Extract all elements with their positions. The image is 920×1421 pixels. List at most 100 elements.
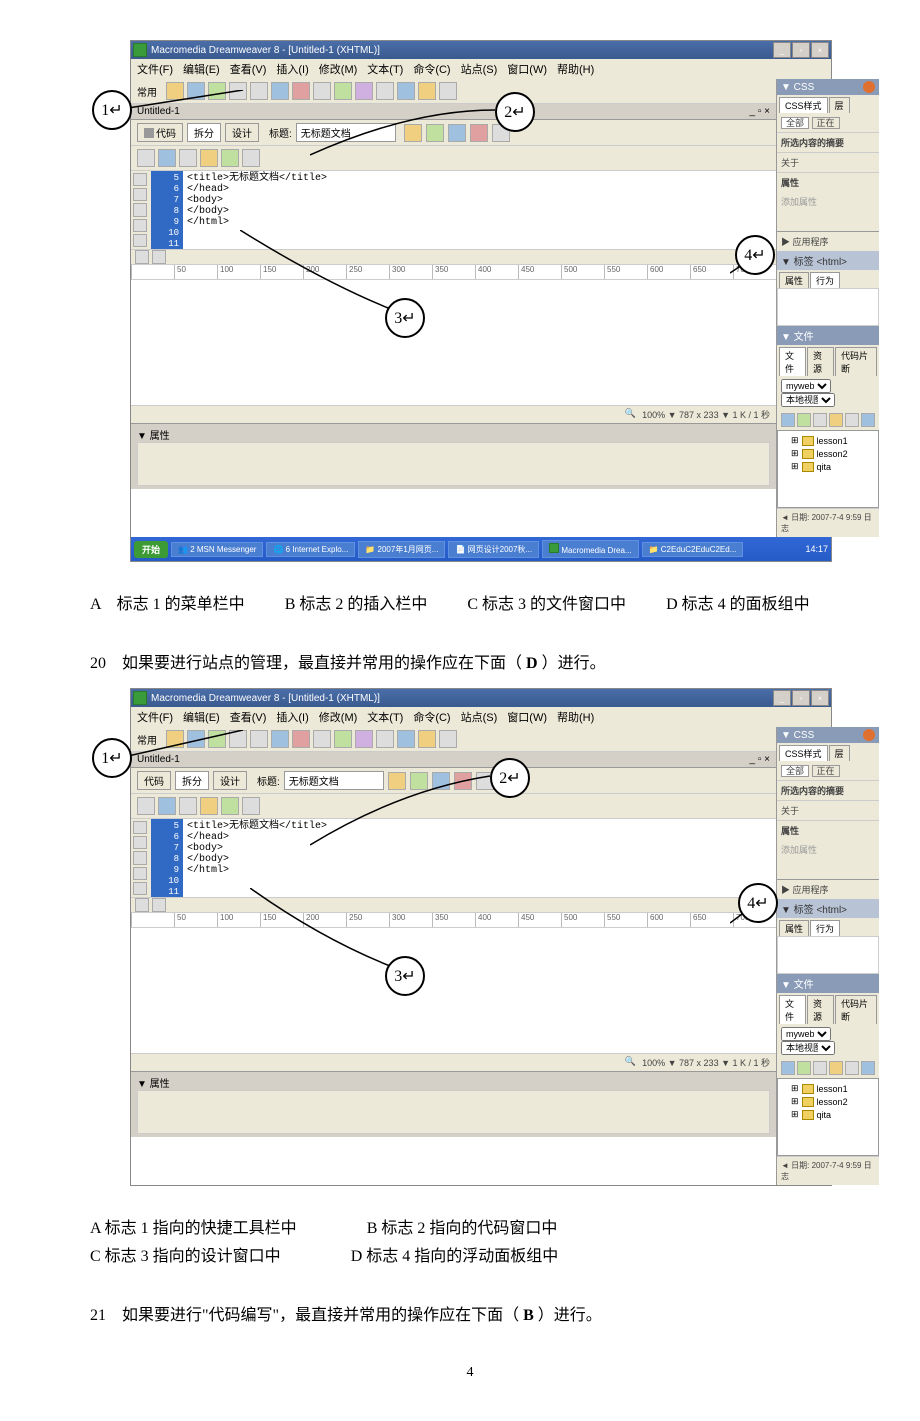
code-tool-icon bbox=[133, 173, 147, 186]
tab-props: 属性 bbox=[779, 272, 809, 288]
tool-icon bbox=[158, 797, 176, 815]
tool-icon bbox=[250, 82, 268, 100]
css-props-label: 属性 bbox=[777, 172, 879, 192]
design-view: 5010015020025030035040045050055060065070… bbox=[131, 265, 776, 405]
screenshot-1: Macromedia Dreamweaver 8 - [Untitled-1 (… bbox=[130, 40, 850, 562]
menubar: 文件(F) 编辑(E) 查看(V) 插入(I) 修改(M) 文本(T) 命令(C… bbox=[131, 59, 831, 79]
code-tool-icon bbox=[133, 882, 147, 895]
callout-line bbox=[240, 230, 400, 320]
status-bar: 🔍100% ▼ 787 x 233 ▼ 1 K / 1 秒 bbox=[131, 405, 776, 423]
css-current-btn: 正在 bbox=[812, 117, 840, 129]
menu-modify: 修改(M) bbox=[319, 61, 358, 77]
option-d: D 标志 4 指向的浮动面板组中 bbox=[351, 1242, 559, 1266]
tool-icon bbox=[376, 82, 394, 100]
close-icon: × bbox=[811, 42, 829, 58]
css-all-btn: 全部 bbox=[781, 117, 809, 129]
tab-assets: 资源 bbox=[807, 347, 834, 376]
answer-20: D bbox=[526, 655, 538, 672]
callout-line bbox=[310, 100, 500, 160]
css-panel-header: ▼ CSS bbox=[777, 79, 879, 95]
tab-css-styles: CSS样式 bbox=[779, 97, 828, 113]
help-icon bbox=[863, 81, 875, 93]
tool-icon bbox=[137, 149, 155, 167]
tool-icon bbox=[355, 730, 373, 748]
splitter bbox=[131, 897, 776, 913]
tool-icon bbox=[200, 797, 218, 815]
titlebar: Macromedia Dreamweaver 8 - [Untitled-1 (… bbox=[131, 689, 831, 707]
folder-icon bbox=[802, 436, 814, 446]
window-title: Macromedia Dreamweaver 8 - [Untitled-1 (… bbox=[151, 45, 380, 56]
tool-icon bbox=[355, 82, 373, 100]
view-code-btn: 代码 bbox=[137, 123, 183, 142]
date-row: ◄ 日期: 2007-7-4 9:59 日志 bbox=[777, 508, 879, 537]
tool-icon bbox=[158, 149, 176, 167]
tag-panel-header: ▼ 标签 <html> bbox=[777, 899, 879, 918]
minimize-icon: _ bbox=[773, 42, 791, 58]
tool-icon bbox=[137, 797, 155, 815]
css-add-prop: 添加属性 bbox=[777, 192, 879, 211]
option-c: C 标志 3 指向的设计窗口中 bbox=[90, 1242, 281, 1266]
tool-icon bbox=[271, 730, 289, 748]
code-view: 567891011 <title>无标题文档</title></head><bo… bbox=[131, 171, 776, 249]
screenshot-2: Macromedia Dreamweaver 8 - [Untitled-1 (… bbox=[130, 688, 850, 1186]
callout-line bbox=[250, 888, 400, 978]
title-label: 标题: bbox=[269, 125, 292, 140]
callout-line bbox=[128, 90, 248, 120]
tool-icon bbox=[439, 82, 457, 100]
tool-icon bbox=[397, 82, 415, 100]
tool-icon bbox=[334, 82, 352, 100]
folder-icon bbox=[802, 449, 814, 459]
line-numbers: 567891011 bbox=[151, 171, 183, 249]
tool-icon bbox=[221, 149, 239, 167]
option-a: A 标志 1 指向的快捷工具栏中 bbox=[90, 1214, 297, 1238]
dreamweaver-icon bbox=[133, 43, 147, 57]
task-item: 🌐 6 Internet Explo... bbox=[266, 542, 355, 557]
design-view: 5010015020025030035040045050055060065070… bbox=[131, 913, 776, 1053]
tab-files: 文件 bbox=[779, 347, 806, 376]
files-tool-icon bbox=[845, 1061, 859, 1075]
code-tool-icon bbox=[133, 821, 147, 834]
answer-21: B bbox=[523, 1307, 534, 1324]
menubar: 文件(F)编辑(E)查看(V)插入(I)修改(M)文本(T)命令(C)站点(S)… bbox=[131, 707, 831, 727]
css-summary-label: 所选内容的摘要 bbox=[777, 132, 879, 152]
tool-icon bbox=[376, 730, 394, 748]
folder-icon bbox=[802, 462, 814, 472]
file-tree: ⊞lesson1 ⊞lesson2 ⊞qita bbox=[777, 430, 879, 508]
titlebar: Macromedia Dreamweaver 8 - [Untitled-1 (… bbox=[131, 41, 831, 59]
refresh-icon bbox=[797, 1061, 811, 1075]
menu-help: 帮助(H) bbox=[557, 61, 594, 77]
files-tool-icon bbox=[861, 413, 875, 427]
files-tool-icon bbox=[861, 1061, 875, 1075]
answer-options-1: A 标志 1 的菜单栏中 B 标志 2 的插入栏中 C 标志 3 的文件窗口中 … bbox=[90, 590, 850, 614]
dreamweaver-icon bbox=[133, 691, 147, 705]
callout-line bbox=[128, 730, 248, 760]
option-c: C 标志 3 的文件窗口中 bbox=[467, 590, 626, 614]
system-tray: 14:17 bbox=[805, 544, 828, 554]
tab-controls: _ ▫ × bbox=[749, 106, 770, 117]
properties-header: ▼ 属性 bbox=[137, 427, 770, 442]
code-tool-icon bbox=[133, 836, 147, 849]
folder-icon bbox=[802, 1084, 814, 1094]
menu-site: 站点(S) bbox=[461, 61, 498, 77]
files-tool-icon bbox=[829, 1061, 843, 1075]
option-b: B 标志 2 指向的代码窗口中 bbox=[367, 1214, 558, 1238]
files-panel-header: ▼ 文件 bbox=[777, 326, 879, 345]
menu-edit: 编辑(E) bbox=[183, 61, 220, 77]
help-icon bbox=[863, 729, 875, 741]
menu-view: 查看(V) bbox=[230, 61, 267, 77]
menu-file: 文件(F) bbox=[137, 61, 173, 77]
app-panel-header: ▶ 应用程序 bbox=[777, 231, 879, 251]
taskbar: 开始 👥 2 MSN Messenger 🌐 6 Internet Explo.… bbox=[131, 537, 831, 561]
code-tool-icon bbox=[133, 219, 147, 232]
code-tool-icon bbox=[133, 188, 147, 201]
page-number: 4 bbox=[90, 1365, 850, 1381]
answer-options-2: A 标志 1 指向的快捷工具栏中 B 标志 2 指向的代码窗口中 C 标志 3 指… bbox=[90, 1214, 850, 1266]
folder-icon bbox=[802, 1097, 814, 1107]
files-tool-icon bbox=[845, 413, 859, 427]
tab-snippets: 代码片断 bbox=[835, 347, 877, 376]
ruler: 5010015020025030035040045050055060065070… bbox=[131, 913, 776, 928]
task-item: 📁 C2EduC2EduC2Ed... bbox=[642, 542, 744, 557]
menu-insert: 插入(I) bbox=[276, 61, 308, 77]
tool-icon bbox=[179, 149, 197, 167]
tool-icon bbox=[179, 797, 197, 815]
